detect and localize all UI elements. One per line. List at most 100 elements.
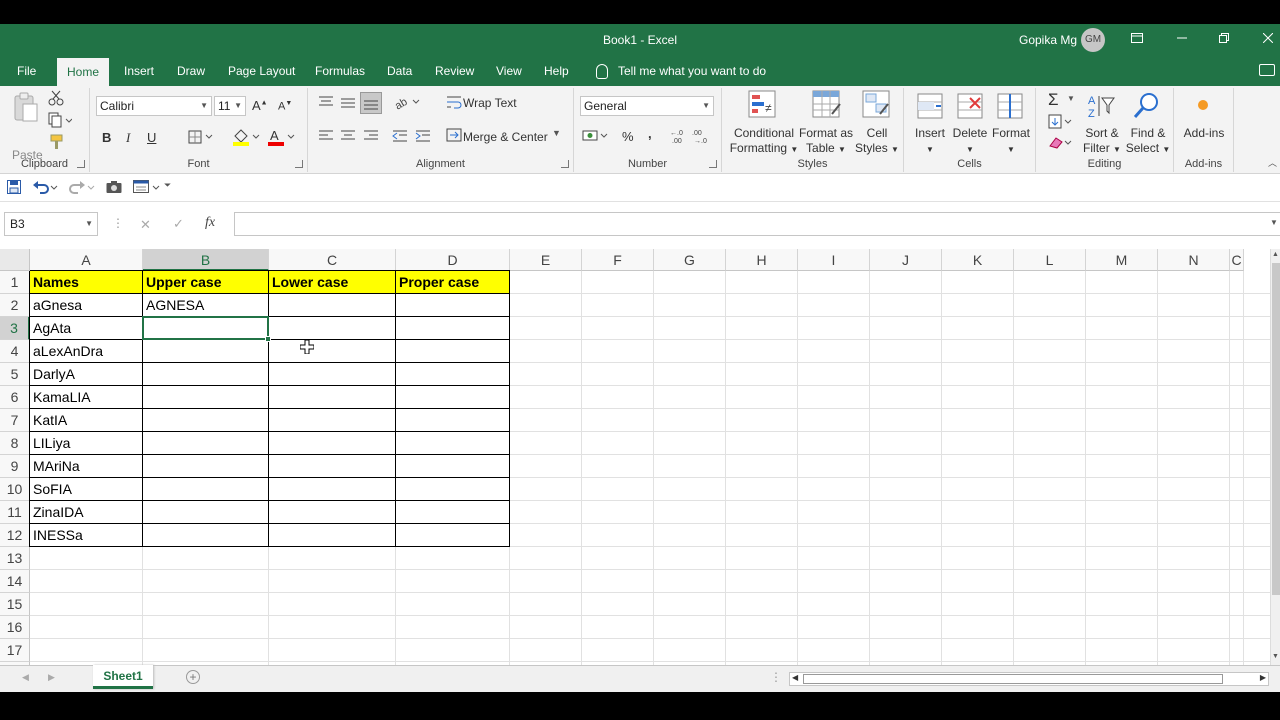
number-launcher[interactable] <box>709 160 717 168</box>
align-top-icon[interactable] <box>318 96 334 111</box>
column-header[interactable]: M <box>1086 249 1158 271</box>
expand-formula-icon[interactable]: ▼ <box>1270 218 1278 227</box>
align-left-icon[interactable] <box>318 130 334 145</box>
prev-sheet-icon[interactable]: ◀ <box>22 672 29 683</box>
header-cell[interactable]: Proper case <box>396 271 509 293</box>
customize-qat-icon[interactable]: ⏷ <box>164 180 171 191</box>
close-icon[interactable] <box>1258 29 1278 49</box>
column-header[interactable]: J <box>870 249 942 271</box>
row-header[interactable]: 2 <box>0 294 30 317</box>
tab-split-handle-icon[interactable]: ⋮ <box>770 670 782 684</box>
insert-button[interactable]: Insert ▼ <box>908 126 952 157</box>
column-header[interactable]: L <box>1014 249 1086 271</box>
select-all-button[interactable] <box>0 249 30 271</box>
scroll-down-icon[interactable]: ▼ <box>1272 653 1279 660</box>
format-as-table-icon[interactable] <box>812 90 842 123</box>
font-size-select[interactable]: 11 ▼ <box>214 96 246 116</box>
restore-icon[interactable] <box>1214 29 1234 49</box>
header-cell[interactable]: Names <box>30 271 142 293</box>
form-icon[interactable] <box>133 180 161 197</box>
column-header[interactable]: C <box>269 249 396 271</box>
column-header[interactable]: B <box>143 249 269 271</box>
column-header[interactable]: N <box>1158 249 1230 271</box>
tab-home[interactable]: Home <box>57 58 110 86</box>
clipboard-launcher[interactable] <box>77 160 85 168</box>
currency-icon[interactable] <box>582 128 610 147</box>
column-header[interactable]: C <box>1230 249 1244 271</box>
merge-center-button[interactable]: Merge & Center <box>463 130 548 144</box>
column-header[interactable]: I <box>798 249 870 271</box>
horizontal-scroll-thumb[interactable] <box>803 674 1223 684</box>
sort-filter-button[interactable]: Sort & Filter ▼ <box>1076 126 1128 157</box>
align-bottom-icon[interactable] <box>360 92 382 114</box>
tab-help[interactable]: Help <box>544 62 569 86</box>
italic-button[interactable]: I <box>126 130 130 146</box>
name-cell[interactable]: aGnesa <box>30 294 142 316</box>
cancel-icon[interactable]: ✕ <box>140 217 151 233</box>
name-box[interactable]: B3 ▼ <box>4 212 98 236</box>
scroll-up-icon[interactable]: ▲ <box>1272 251 1279 258</box>
name-cell[interactable]: ZinaIDA <box>30 501 142 523</box>
tell-me-search[interactable]: Tell me what you want to do <box>596 64 766 80</box>
row-header[interactable]: 14 <box>0 570 30 593</box>
vertical-scroll-thumb[interactable] <box>1272 263 1280 595</box>
wrap-text-button[interactable]: Wrap Text <box>463 96 517 110</box>
font-launcher[interactable] <box>295 160 303 168</box>
font-name-select[interactable]: Calibri ▼ <box>96 96 212 116</box>
name-cell[interactable]: SoFIA <box>30 478 142 500</box>
column-header[interactable]: E <box>510 249 582 271</box>
find-select-icon[interactable] <box>1132 92 1160 123</box>
decrease-font-icon[interactable]: A▼ <box>278 100 292 113</box>
minimize-icon[interactable] <box>1172 29 1192 49</box>
add-sheet-button[interactable]: + <box>186 670 200 684</box>
underline-button[interactable]: U <box>147 130 156 145</box>
comments-icon[interactable] <box>1259 64 1275 76</box>
number-format-select[interactable]: General ▼ <box>580 96 714 116</box>
row-header[interactable]: 11 <box>0 501 30 524</box>
cell-styles-button[interactable]: Cell Styles ▼ <box>852 126 902 157</box>
sheet-tab-sheet1[interactable]: Sheet1 <box>93 665 153 689</box>
tab-page-layout[interactable]: Page Layout <box>228 62 295 86</box>
column-header[interactable]: F <box>582 249 654 271</box>
fill-color-icon[interactable] <box>232 128 260 149</box>
enter-icon[interactable]: ✓ <box>173 216 184 232</box>
row-header[interactable]: 8 <box>0 432 30 455</box>
insert-function-icon[interactable]: fx <box>205 215 215 231</box>
camera-icon[interactable] <box>106 180 122 197</box>
row-header[interactable]: 4 <box>0 340 30 363</box>
name-cell[interactable]: MAriNa <box>30 455 142 477</box>
name-cell[interactable]: LILiya <box>30 432 142 454</box>
tab-view[interactable]: View <box>496 62 522 86</box>
increase-font-icon[interactable]: A▲ <box>252 98 268 113</box>
align-middle-icon[interactable] <box>340 96 356 113</box>
upper-case-cell[interactable]: AGNESA <box>143 294 268 316</box>
wrap-text-icon[interactable] <box>446 94 462 113</box>
fill-icon[interactable] <box>1048 114 1074 133</box>
delete-button[interactable]: Delete ▼ <box>948 126 992 157</box>
row-header[interactable]: 17 <box>0 639 30 662</box>
row-header[interactable]: 15 <box>0 593 30 616</box>
decrease-decimal-icon[interactable]: .00 →.0 <box>692 128 710 147</box>
formula-input[interactable] <box>234 212 1280 236</box>
merge-center-icon[interactable] <box>446 128 462 145</box>
row-header[interactable]: 10 <box>0 478 30 501</box>
delete-cells-icon[interactable] <box>956 92 984 123</box>
percent-button[interactable]: % <box>622 129 634 144</box>
avatar[interactable]: GM <box>1081 28 1105 52</box>
header-cell[interactable]: Upper case <box>143 271 268 293</box>
tab-review[interactable]: Review <box>435 62 474 86</box>
comma-button[interactable]: , <box>648 126 652 141</box>
formula-bar-handle-icon[interactable]: ⋮ <box>112 216 124 230</box>
column-header[interactable]: A <box>30 249 143 271</box>
name-cell[interactable]: KamaLIA <box>30 386 142 408</box>
vertical-scrollbar[interactable]: ▲ ▼ <box>1270 249 1280 665</box>
conditional-formatting-icon[interactable]: ≠ <box>748 90 778 123</box>
tab-formulas[interactable]: Formulas <box>315 62 365 86</box>
increase-indent-icon[interactable] <box>415 130 431 145</box>
align-right-icon[interactable] <box>363 130 379 145</box>
column-header[interactable]: H <box>726 249 798 271</box>
spreadsheet-grid[interactable]: ABCDEFGHIJKLMNC 1 2 3 4 5 6 7 8 9 10 11 12 13 14 15 16 1… <box>0 249 1270 665</box>
autosum-dropdown-icon[interactable]: ▼ <box>1067 94 1075 103</box>
row-header[interactable]: 12 <box>0 524 30 547</box>
increase-decimal-icon[interactable]: ←.0.00 <box>670 128 688 147</box>
